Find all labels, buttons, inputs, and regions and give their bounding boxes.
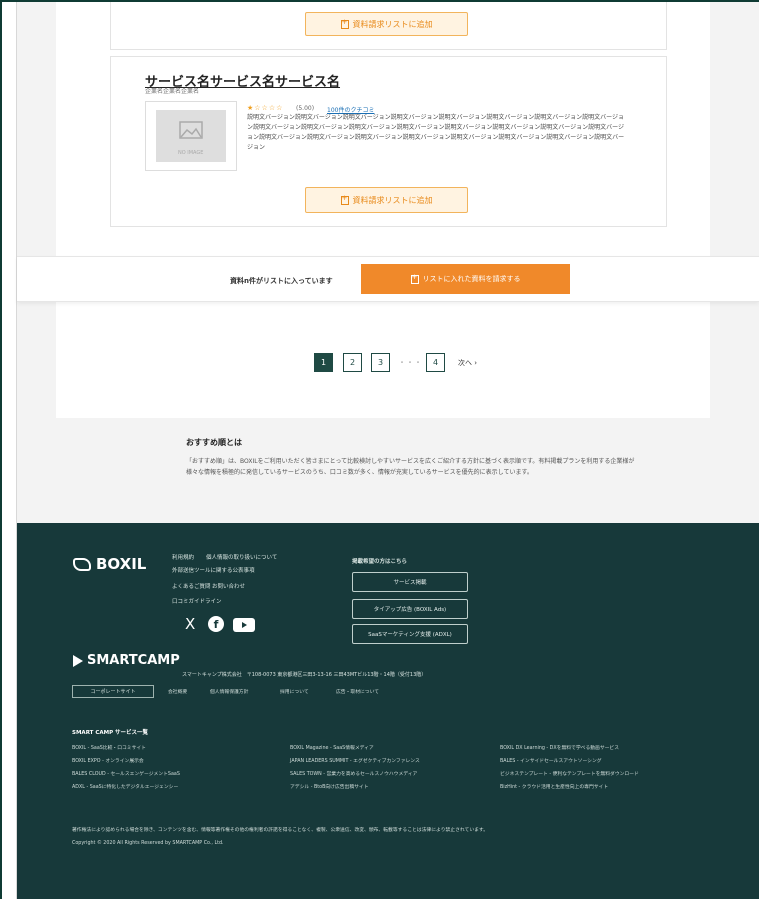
window-frame <box>0 0 759 899</box>
